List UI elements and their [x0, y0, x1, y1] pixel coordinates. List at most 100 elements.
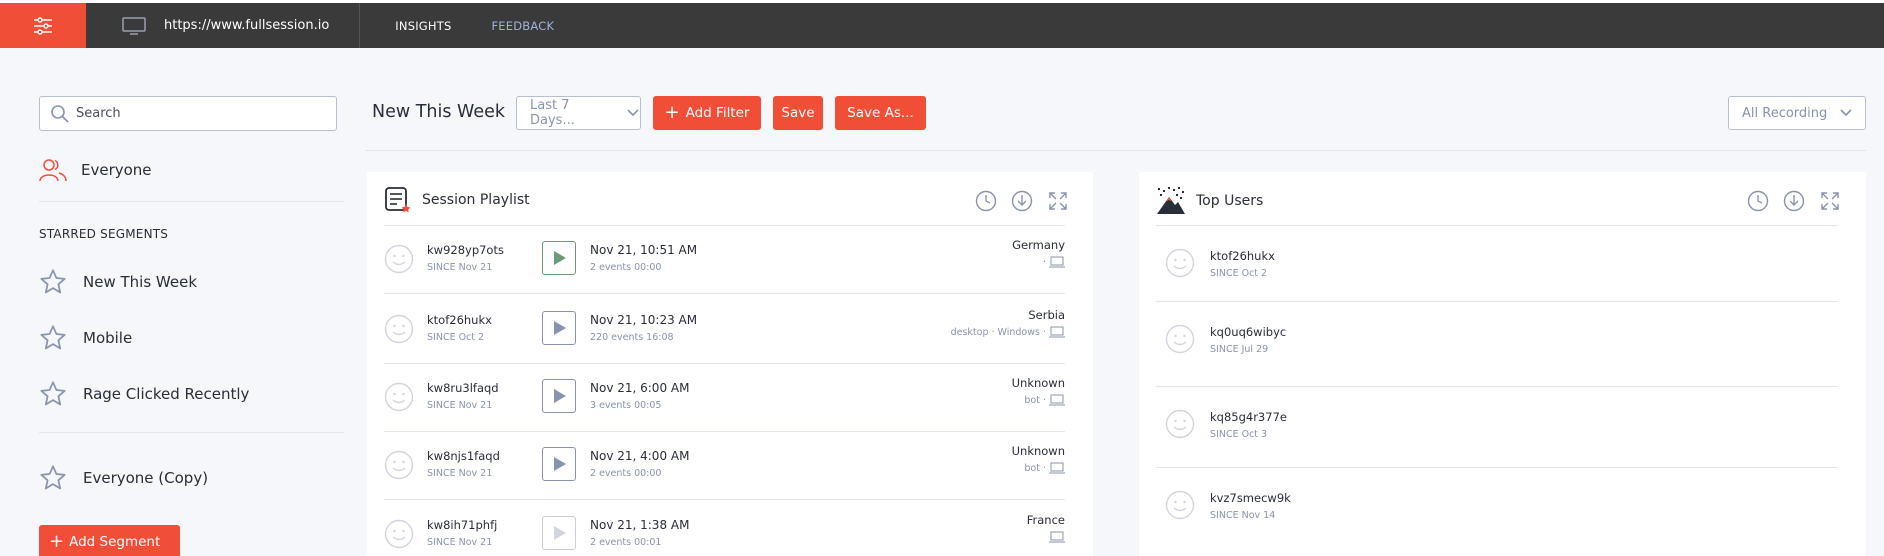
- save-button[interactable]: Save: [773, 96, 823, 130]
- segment-rage-clicked-recently[interactable]: Rage Clicked Recently: [39, 379, 344, 409]
- segment-label: New This Week: [83, 273, 198, 291]
- recording-filter-dropdown[interactable]: All Recording: [1728, 96, 1866, 130]
- session-row[interactable]: kw8ru3lfaqd SINCE Nov 21 Nov 21, 6:00 AM 3 …: [384, 364, 1065, 432]
- download-icon[interactable]: [1011, 190, 1033, 212]
- recording-filter-value: All Recording: [1742, 105, 1828, 121]
- session-date: Nov 21, 4:00 AM: [590, 449, 690, 463]
- top-navigation-bar: https://www.fullsession.io INSIGHTS FEED…: [0, 3, 1884, 48]
- top-user-since: SINCE Jul 29: [1210, 344, 1269, 355]
- session-meta: 2 events 00:00: [590, 468, 662, 479]
- session-meta: 2 events 00:00: [590, 262, 662, 273]
- top-user-row[interactable]: ktof26hukx SINCE Oct 2: [1156, 226, 1838, 302]
- session-user-id[interactable]: ktof26hukx: [427, 313, 492, 327]
- avatar: [1165, 248, 1195, 282]
- segment-everyone[interactable]: Everyone: [39, 159, 344, 182]
- segments-sidebar: Everyone STARRED SEGMENTS New This Week …: [39, 96, 344, 493]
- date-range-value: Last 7 Days...: [530, 98, 575, 128]
- avatar-icon: [1165, 409, 1195, 439]
- laptop-icon: [1049, 531, 1065, 543]
- laptop-icon: [1049, 326, 1065, 338]
- avatar-icon: [384, 244, 414, 274]
- avatar: [384, 382, 414, 416]
- session-user-id[interactable]: kw8ru3lfaqd: [427, 381, 499, 395]
- avatar-icon: [384, 382, 414, 412]
- segment-everyone-label: Everyone: [81, 161, 152, 179]
- session-country: Unknown: [1011, 376, 1065, 390]
- top-user-id[interactable]: kvz7smecw9k: [1210, 491, 1291, 505]
- clock-icon[interactable]: [1747, 190, 1769, 212]
- nav-insights[interactable]: INSIGHTS: [395, 19, 451, 33]
- session-device-label: bot ·: [1024, 394, 1046, 406]
- segment-label: Everyone (Copy): [83, 469, 209, 487]
- top-user-row[interactable]: kvz7smecw9k SINCE Nov 14: [1156, 468, 1838, 538]
- session-user-since: SINCE Oct 2: [427, 332, 485, 343]
- session-row[interactable]: kw8ih71phfj SINCE Nov 21 Nov 21, 1:38 AM 2 …: [384, 501, 1065, 556]
- session-date: Nov 21, 6:00 AM: [590, 381, 690, 395]
- avatar-icon: [384, 450, 414, 480]
- monitor-icon: [122, 16, 146, 35]
- avatar: [384, 450, 414, 484]
- play-icon: [554, 457, 566, 471]
- sidebar-divider: [39, 432, 344, 433]
- site-url: https://www.fullsession.io: [164, 18, 330, 33]
- avatar-icon: [384, 314, 414, 344]
- segment-mobile[interactable]: Mobile: [39, 323, 344, 353]
- session-device: desktop · Windows ·: [951, 326, 1065, 338]
- session-user-since: SINCE Nov 21: [427, 262, 493, 273]
- avatar: [384, 519, 414, 553]
- play-icon: [554, 526, 566, 540]
- session-country: Germany: [1012, 238, 1065, 252]
- nav-feedback[interactable]: FEEDBACK: [491, 19, 554, 33]
- session-device-label: desktop · Windows ·: [950, 326, 1046, 338]
- search-box[interactable]: [39, 96, 337, 131]
- expand-icon[interactable]: [1819, 190, 1841, 212]
- date-range-dropdown[interactable]: Last 7 Days...: [516, 96, 641, 130]
- avatar-icon: [1165, 324, 1195, 354]
- panel-header: Session Playlist: [384, 186, 530, 214]
- toolbar-divider: [365, 150, 1866, 151]
- avatar: [384, 314, 414, 348]
- filter-menu-button[interactable]: [0, 3, 86, 48]
- add-filter-button[interactable]: + Add Filter: [653, 96, 761, 130]
- top-user-row[interactable]: kq85g4r377e SINCE Oct 3: [1156, 387, 1838, 468]
- play-button[interactable]: [542, 311, 576, 345]
- session-user-id[interactable]: kw928yp7ots: [427, 243, 504, 257]
- avatar: [1165, 490, 1195, 524]
- mountain-icon: [1157, 187, 1185, 214]
- top-user-id[interactable]: kq0uq6wibyc: [1210, 325, 1286, 339]
- add-segment-button[interactable]: + Add Segment: [39, 525, 180, 556]
- session-row[interactable]: kw928yp7ots SINCE Nov 21 Nov 21, 10:51 AM 2…: [384, 226, 1065, 294]
- session-date: Nov 21, 10:23 AM: [590, 313, 698, 327]
- segment-everyone-copy[interactable]: Everyone (Copy): [39, 463, 344, 493]
- site-url-selector[interactable]: https://www.fullsession.io: [86, 3, 361, 48]
- laptop-icon: [1049, 394, 1065, 406]
- segment-label: Rage Clicked Recently: [83, 385, 250, 403]
- segment-new-this-week[interactable]: New This Week: [39, 267, 344, 297]
- avatar: [384, 244, 414, 278]
- play-button[interactable]: [542, 447, 576, 481]
- top-user-row[interactable]: kq0uq6wibyc SINCE Jul 29: [1156, 302, 1838, 387]
- laptop-icon: [1049, 256, 1065, 268]
- session-row[interactable]: ktof26hukx SINCE Oct 2 Nov 21, 10:23 AM 220…: [384, 296, 1065, 364]
- search-input[interactable]: [76, 106, 306, 121]
- session-date: Nov 21, 10:51 AM: [590, 243, 698, 257]
- top-user-since: SINCE Oct 3: [1210, 429, 1268, 440]
- avatar-icon: [384, 519, 414, 549]
- top-user-id[interactable]: ktof26hukx: [1210, 249, 1275, 263]
- top-user-since: SINCE Nov 14: [1210, 510, 1276, 521]
- play-button[interactable]: [542, 379, 576, 413]
- session-user-id[interactable]: kw8njs1faqd: [427, 449, 500, 463]
- session-row[interactable]: kw8njs1faqd SINCE Nov 21 Nov 21, 4:00 AM 2 …: [384, 432, 1065, 500]
- panel-title: Session Playlist: [422, 192, 530, 208]
- expand-icon[interactable]: [1047, 190, 1069, 212]
- save-as-button[interactable]: Save As...: [835, 96, 926, 130]
- download-icon[interactable]: [1783, 190, 1805, 212]
- play-button[interactable]: [542, 241, 576, 275]
- top-user-id[interactable]: kq85g4r377e: [1210, 410, 1287, 424]
- session-playlist-panel: Session Playlist kw928yp7ots SINCE Nov 21…: [367, 172, 1093, 556]
- clock-icon[interactable]: [975, 190, 997, 212]
- session-meta: 3 events 00:05: [590, 400, 662, 411]
- session-user-id[interactable]: kw8ih71phfj: [427, 518, 497, 532]
- play-icon: [554, 389, 566, 403]
- play-button[interactable]: [542, 516, 576, 550]
